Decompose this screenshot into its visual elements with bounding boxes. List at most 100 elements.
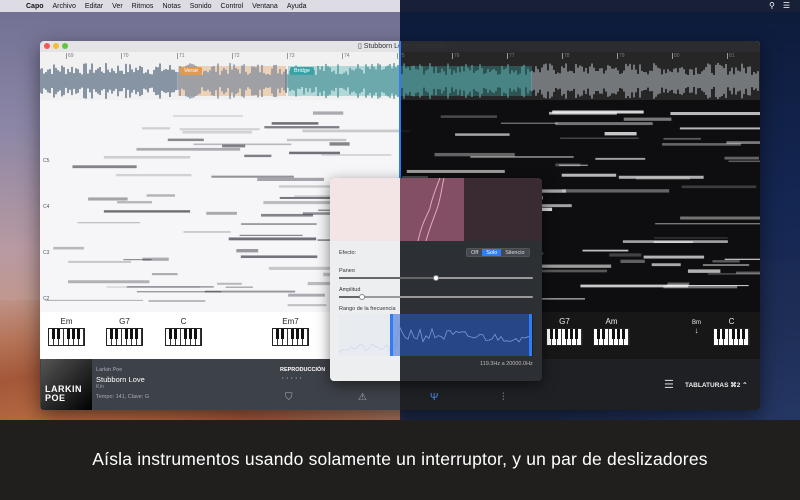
chord-em[interactable]: Em bbox=[48, 317, 85, 346]
spectrogram-band bbox=[555, 122, 653, 126]
bar-number: 77 bbox=[507, 53, 515, 59]
minimize-window-button[interactable] bbox=[53, 43, 59, 49]
menu-notas[interactable]: Notas bbox=[162, 3, 180, 10]
amplitude-slider[interactable] bbox=[339, 294, 533, 300]
chord-g7[interactable]: G7 bbox=[106, 317, 143, 346]
spectrogram-band bbox=[288, 293, 325, 297]
spectrogram-band bbox=[240, 255, 318, 259]
spectrogram-band bbox=[193, 143, 292, 146]
bar-number: 76 bbox=[452, 53, 460, 59]
window-controls bbox=[44, 43, 68, 49]
tablature-selector[interactable]: TABLATURAS ⌘2 ⌃ bbox=[685, 381, 748, 389]
spotlight-search-icon[interactable]: ⚲ bbox=[769, 1, 775, 10]
spectrogram-band bbox=[618, 175, 704, 179]
spectrogram-band bbox=[440, 115, 498, 118]
shield-icon[interactable]: ⛉ bbox=[285, 392, 293, 403]
spectrogram-band bbox=[643, 255, 705, 259]
pan-slider-knob[interactable] bbox=[433, 275, 439, 281]
spectrogram-band bbox=[103, 210, 191, 213]
bar-number: 79 bbox=[617, 53, 625, 59]
chord-name: G7 bbox=[119, 317, 130, 326]
pan-slider[interactable] bbox=[339, 275, 533, 281]
tuning-fork-icon[interactable]: Ψ bbox=[430, 392, 438, 403]
settings-sliders-icon[interactable]: ☰ bbox=[664, 378, 674, 391]
chord-bm[interactable]: Bm ↓ bbox=[692, 320, 701, 335]
frequency-range-handle[interactable] bbox=[390, 314, 532, 356]
effect-option-off[interactable]: Off bbox=[467, 249, 483, 256]
piano-diagram bbox=[48, 328, 85, 346]
spectrogram-band bbox=[167, 138, 204, 142]
marketing-caption: Aísla instrumentos usando solamente un i… bbox=[92, 449, 708, 469]
section-tag-verse[interactable]: Verse bbox=[180, 67, 203, 75]
menu-app[interactable]: Capo bbox=[26, 3, 44, 10]
frequency-range-selector[interactable] bbox=[339, 314, 533, 356]
spectrogram-band bbox=[651, 263, 681, 267]
spectrogram-band bbox=[287, 304, 327, 307]
frequency-range-value: 119.3Hz a 20000.0Hz bbox=[480, 361, 533, 367]
mixer-sliders-icon[interactable]: ⫶ bbox=[502, 392, 505, 403]
piano-diagram bbox=[165, 328, 202, 346]
spectrogram-band bbox=[582, 249, 629, 252]
chord-name: C bbox=[728, 317, 735, 326]
popover-spectrum bbox=[330, 178, 542, 241]
spectrogram-band bbox=[115, 173, 192, 177]
notification-center-icon[interactable]: ☰ bbox=[783, 1, 790, 10]
menu-ver[interactable]: Ver bbox=[112, 3, 123, 10]
chord-c-right[interactable]: C bbox=[713, 317, 750, 346]
chord-c[interactable]: C bbox=[165, 317, 202, 346]
spectrogram-band bbox=[329, 142, 350, 146]
menu-sonido[interactable]: Sonido bbox=[190, 3, 212, 10]
menu-editar[interactable]: Editar bbox=[85, 3, 103, 10]
chord-g7-right[interactable]: G7 bbox=[546, 317, 583, 346]
zoom-window-button[interactable] bbox=[62, 43, 68, 49]
playback-dots: • • • • • bbox=[282, 375, 303, 380]
track-artist: Larkin Poe bbox=[96, 367, 123, 373]
spectrogram-band bbox=[724, 258, 760, 260]
isolate-popover: Efecto: Off Solo Silencio Paneo Amplitud… bbox=[330, 178, 542, 381]
spectrogram-band bbox=[183, 231, 231, 233]
spectrogram-band bbox=[663, 137, 701, 140]
close-window-button[interactable] bbox=[44, 43, 50, 49]
spectrogram-band bbox=[552, 110, 644, 114]
chevron-down-icon[interactable]: ⌄ bbox=[447, 43, 455, 50]
playback-tab[interactable]: REPRODUCCIÓN bbox=[280, 367, 325, 373]
spectrogram-band bbox=[236, 249, 259, 253]
amplitude-label: Amplitud bbox=[339, 287, 361, 293]
album-art: LARKIN POE bbox=[41, 359, 92, 410]
menu-control[interactable]: Control bbox=[221, 3, 244, 10]
spectrogram-band bbox=[595, 157, 646, 160]
metronome-icon[interactable]: ⚠ bbox=[358, 392, 367, 403]
section-tag-bridge[interactable]: Bridge bbox=[290, 67, 314, 75]
chord-name: C bbox=[180, 317, 187, 326]
bar-number: 71 bbox=[177, 53, 185, 59]
spectrogram-band bbox=[53, 246, 84, 250]
menu-ritmos[interactable]: Ritmos bbox=[132, 3, 154, 10]
spectrogram-band bbox=[562, 189, 670, 193]
spectrogram-band bbox=[620, 259, 645, 263]
effect-option-silencio[interactable]: Silencio bbox=[501, 249, 529, 256]
spectrogram-band bbox=[406, 169, 505, 173]
bar-number: 78 bbox=[562, 53, 570, 59]
spectrogram-band bbox=[560, 137, 639, 139]
bar-number: 70 bbox=[121, 53, 129, 59]
chord-em7[interactable]: Em7 bbox=[272, 317, 309, 346]
pan-label: Paneo bbox=[339, 268, 355, 274]
arrow-down-icon: ↓ bbox=[694, 326, 699, 335]
spectrogram-band bbox=[312, 111, 344, 115]
bar-number: 72 bbox=[232, 53, 240, 59]
piano-diagram bbox=[106, 328, 143, 346]
spectrogram-band bbox=[609, 253, 642, 257]
effect-option-solo[interactable]: Solo bbox=[482, 249, 502, 256]
menu-archivo[interactable]: Archivo bbox=[53, 3, 76, 10]
spectrogram-band bbox=[561, 173, 617, 177]
track-tempo-key: Tempo: 141, Clave: G bbox=[96, 394, 150, 400]
chord-am[interactable]: Am bbox=[593, 317, 630, 346]
spectrogram-band bbox=[286, 138, 347, 142]
spectrogram-band bbox=[702, 264, 750, 266]
spectrogram-band bbox=[151, 273, 178, 276]
menu-ayuda[interactable]: Ayuda bbox=[287, 3, 307, 10]
spectrogram-band bbox=[271, 122, 319, 125]
window-title-text: Stubborn Love.capobundle bbox=[363, 43, 448, 50]
menu-ventana[interactable]: Ventana bbox=[252, 3, 278, 10]
spectrogram-band bbox=[302, 129, 410, 133]
